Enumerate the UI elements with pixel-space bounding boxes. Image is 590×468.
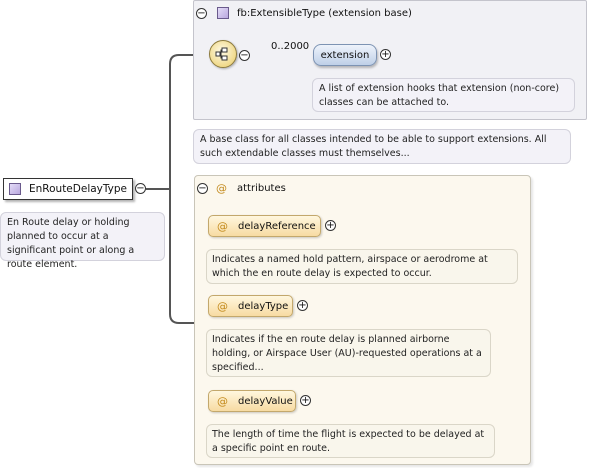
- expand-icon: +: [300, 395, 311, 406]
- expand-icon: +: [325, 220, 336, 231]
- delay-value-expand-toggle[interactable]: +: [300, 395, 311, 406]
- expand-icon: +: [380, 49, 391, 60]
- delay-type-expand-toggle[interactable]: +: [297, 300, 308, 311]
- root-collapse-toggle[interactable]: −: [135, 183, 146, 194]
- extension-element[interactable]: extension: [313, 44, 377, 66]
- attribute-icon: @: [217, 299, 228, 313]
- attribute-label: delayReference: [238, 220, 316, 232]
- attributes-connector: [169, 189, 196, 324]
- root-type-name: EnRouteDelayType: [29, 183, 127, 195]
- attribute-delay-value[interactable]: @ delayValue: [208, 390, 296, 412]
- base-type-header: fb:ExtensibleType (extension base): [217, 7, 412, 19]
- delay-reference-expand-toggle[interactable]: +: [325, 220, 336, 231]
- base-type-title: fb:ExtensibleType (extension base): [237, 7, 412, 19]
- attributes-collapse-toggle[interactable]: −: [197, 183, 208, 194]
- attribute-label: delayValue: [238, 395, 293, 407]
- collapse-icon: −: [197, 183, 208, 194]
- element-label: extension: [320, 49, 370, 61]
- attribute-label: delayType: [238, 300, 289, 312]
- attribute-icon: @: [217, 219, 228, 233]
- attribute-icon: @: [216, 182, 227, 195]
- root-type-node[interactable]: EnRouteDelayType: [3, 178, 133, 200]
- attributes-header: @ attributes: [216, 182, 286, 195]
- base-type-documentation: A base class for all classes intended to…: [193, 129, 571, 164]
- collapse-icon: −: [135, 183, 146, 194]
- attribute-delay-reference[interactable]: @ delayReference: [208, 215, 321, 237]
- extension-documentation: A list of extension hooks that extension…: [312, 78, 575, 112]
- base-collapse-toggle[interactable]: −: [196, 8, 207, 19]
- root-type-documentation: En Route delay or holding planned to occ…: [0, 212, 165, 270]
- sequence-compositor[interactable]: [209, 40, 237, 68]
- delay-reference-documentation: Indicates a named hold pattern, airspace…: [206, 249, 518, 284]
- sequence-cardinality: 0..2000: [271, 41, 310, 52]
- sequence-icon: [215, 47, 228, 61]
- collapse-icon: −: [239, 50, 250, 61]
- delay-type-documentation: Indicates if the en route delay is plann…: [206, 329, 491, 377]
- attribute-delay-type[interactable]: @ delayType: [208, 295, 293, 317]
- sequence-collapse-toggle[interactable]: −: [239, 50, 250, 61]
- expand-icon: +: [297, 300, 308, 311]
- complex-type-icon: [217, 7, 229, 19]
- delay-value-documentation: The length of time the flight is expecte…: [206, 424, 495, 458]
- extension-expand-toggle[interactable]: +: [380, 49, 391, 60]
- collapse-icon: −: [196, 8, 207, 19]
- complex-type-icon: [9, 183, 21, 195]
- attributes-title: attributes: [237, 183, 286, 194]
- attribute-icon: @: [217, 394, 228, 408]
